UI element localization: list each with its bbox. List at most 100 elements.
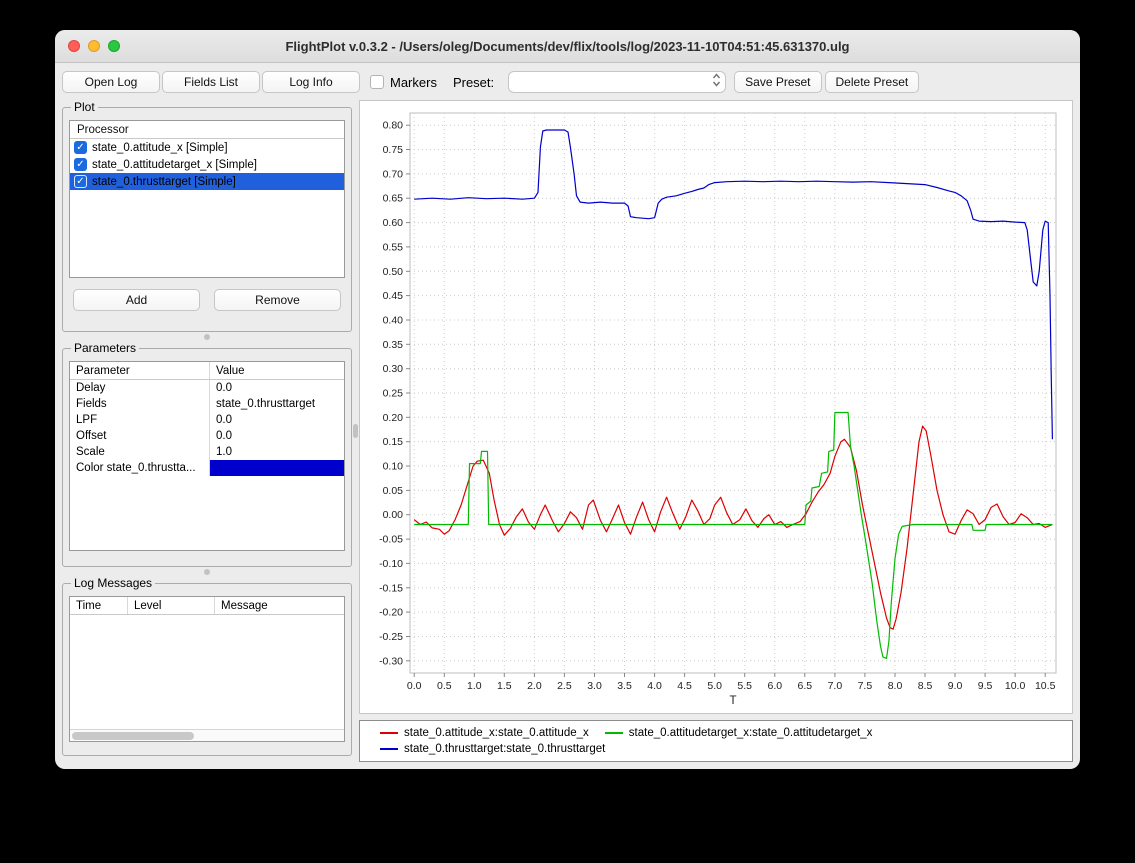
chart-legend: state_0.attitude_x:state_0.attitude_xsta… [359, 720, 1073, 762]
svg-text:2.5: 2.5 [557, 680, 572, 692]
plot-buttons: Add Remove [69, 289, 345, 311]
svg-text:10.5: 10.5 [1035, 680, 1056, 692]
svg-text:0.55: 0.55 [383, 241, 404, 253]
parameters-log-splitter[interactable] [62, 567, 352, 576]
series-label: state_0.attitudetarget_x [Simple] [92, 159, 257, 171]
legend-label: state_0.thrusttarget:state_0.thrusttarge… [404, 743, 605, 755]
minimize-window-button[interactable] [88, 40, 100, 52]
close-window-button[interactable] [68, 40, 80, 52]
parameter-row[interactable]: LPF0.0 [70, 412, 344, 428]
series-visible-checkbox[interactable]: ✓ [74, 158, 87, 171]
legend-line-sample-icon [605, 732, 623, 734]
plot-series-row[interactable]: ✓state_0.thrusttarget [Simple] [70, 173, 344, 190]
add-series-button[interactable]: Add [73, 289, 200, 311]
log-horizontal-scrollbar[interactable] [70, 729, 344, 741]
plot-parameters-splitter[interactable] [62, 332, 352, 341]
svg-text:6.5: 6.5 [797, 680, 812, 692]
markers-label: Markers [390, 75, 437, 90]
splitter-grip-icon [353, 424, 358, 438]
traffic-lights [68, 40, 120, 52]
plot-series-table[interactable]: Processor ✓state_0.attitude_x [Simple]✓s… [69, 120, 345, 278]
svg-text:0.30: 0.30 [383, 363, 404, 375]
series-visible-checkbox[interactable]: ✓ [74, 175, 87, 188]
plot-panel-title: Plot [71, 100, 98, 114]
series-label: state_0.attitude_x [Simple] [92, 142, 228, 154]
parameter-value[interactable]: 0.0 [210, 428, 344, 444]
flight-data-chart[interactable]: 0.00.51.01.52.02.53.03.54.04.55.05.56.06… [360, 101, 1072, 713]
parameter-row[interactable]: Color state_0.thrustta... [70, 460, 344, 476]
level-column-header[interactable]: Level [128, 597, 215, 614]
parameter-name: Delay [70, 380, 210, 396]
save-preset-button[interactable]: Save Preset [734, 71, 821, 93]
log-messages-table-header: Time Level Message [70, 597, 344, 615]
parameter-row[interactable]: Fieldsstate_0.thrusttarget [70, 396, 344, 412]
zoom-window-button[interactable] [108, 40, 120, 52]
message-column-header[interactable]: Message [215, 597, 344, 614]
svg-text:0.05: 0.05 [383, 485, 404, 497]
scrollbar-thumb[interactable] [72, 732, 194, 740]
svg-text:-0.30: -0.30 [379, 655, 403, 667]
svg-text:-0.10: -0.10 [379, 558, 403, 570]
parameter-name: Scale [70, 444, 210, 460]
combobox-arrows-icon [711, 72, 722, 93]
legend-line-sample-icon [380, 732, 398, 734]
chart-panel[interactable]: 0.00.51.01.52.02.53.03.54.04.55.05.56.06… [359, 100, 1073, 714]
svg-text:0.60: 0.60 [383, 217, 404, 229]
svg-text:0.10: 0.10 [383, 461, 404, 473]
parameter-name: Color state_0.thrustta... [70, 460, 210, 476]
svg-text:6.0: 6.0 [767, 680, 782, 692]
left-panel: Plot Processor ✓ state_0.attitude_x [Simp… [62, 100, 352, 762]
log-messages-panel-title: Log Messages [71, 576, 155, 590]
vertical-splitter[interactable] [352, 100, 359, 762]
svg-text:1.0: 1.0 [467, 680, 482, 692]
value-column-header[interactable]: Value [210, 362, 344, 379]
parameter-color-swatch[interactable] [210, 460, 344, 476]
svg-text:-0.05: -0.05 [379, 534, 403, 546]
fields-list-button[interactable]: Fields List [162, 71, 260, 93]
svg-text:0.80: 0.80 [383, 120, 404, 132]
parameter-name: Fields [70, 396, 210, 412]
window-titlebar: FlightPlot v.0.3.2 - /Users/oleg/Documen… [55, 30, 1080, 63]
parameter-value[interactable]: 0.0 [210, 380, 344, 396]
svg-text:3.0: 3.0 [587, 680, 602, 692]
log-info-button[interactable]: Log Info [262, 71, 360, 93]
plot-series-row[interactable]: ✓ state_0.attitude_x [Simple] [70, 139, 344, 156]
svg-text:-0.25: -0.25 [379, 631, 403, 643]
svg-text:5.0: 5.0 [707, 680, 722, 692]
chart-area: 0.00.51.01.52.02.53.03.54.04.55.05.56.06… [359, 100, 1073, 762]
log-messages-table[interactable]: Time Level Message [69, 596, 345, 742]
splitter-grip-icon [204, 334, 210, 340]
parameters-rows: Delay0.0Fieldsstate_0.thrusttargetLPF0.0… [70, 380, 344, 476]
window-title: FlightPlot v.0.3.2 - /Users/oleg/Documen… [55, 39, 1080, 54]
series-visible-checkbox[interactable]: ✓ [74, 141, 87, 154]
legend-entry: state_0.attitudetarget_x:state_0.attitud… [605, 727, 873, 739]
svg-text:0.25: 0.25 [383, 388, 404, 400]
svg-text:-0.20: -0.20 [379, 607, 403, 619]
parameter-value[interactable]: state_0.thrusttarget [210, 396, 344, 412]
legend-label: state_0.attitudetarget_x:state_0.attitud… [629, 727, 873, 739]
parameter-row[interactable]: Scale1.0 [70, 444, 344, 460]
parameter-row[interactable]: Offset0.0 [70, 428, 344, 444]
plot-series-rows: ✓ state_0.attitude_x [Simple] ✓ state_0.att… [70, 139, 344, 190]
svg-text:T: T [729, 695, 736, 707]
svg-text:4.5: 4.5 [677, 680, 692, 692]
parameter-value[interactable]: 0.0 [210, 412, 344, 428]
delete-preset-button[interactable]: Delete Preset [825, 71, 920, 93]
parameter-name: Offset [70, 428, 210, 444]
remove-series-button[interactable]: Remove [214, 289, 341, 311]
plot-series-row[interactable]: ✓ state_0.attitudetarget_x [Simple] [70, 156, 344, 173]
parameter-name: LPF [70, 412, 210, 428]
time-column-header[interactable]: Time [70, 597, 128, 614]
open-log-button[interactable]: Open Log [62, 71, 160, 93]
markers-checkbox[interactable] [370, 75, 384, 89]
processor-column-header[interactable]: Processor [70, 121, 344, 139]
parameter-row[interactable]: Delay0.0 [70, 380, 344, 396]
svg-text:-0.15: -0.15 [379, 582, 403, 594]
preset-combobox[interactable] [508, 71, 726, 93]
svg-text:0.40: 0.40 [383, 315, 404, 327]
parameter-column-header[interactable]: Parameter [70, 362, 210, 379]
parameter-value[interactable]: 1.0 [210, 444, 344, 460]
legend-label: state_0.attitude_x:state_0.attitude_x [404, 727, 589, 739]
svg-text:5.5: 5.5 [737, 680, 752, 692]
parameters-table[interactable]: Parameter Value Delay0.0Fieldsstate_0.th… [69, 361, 345, 551]
